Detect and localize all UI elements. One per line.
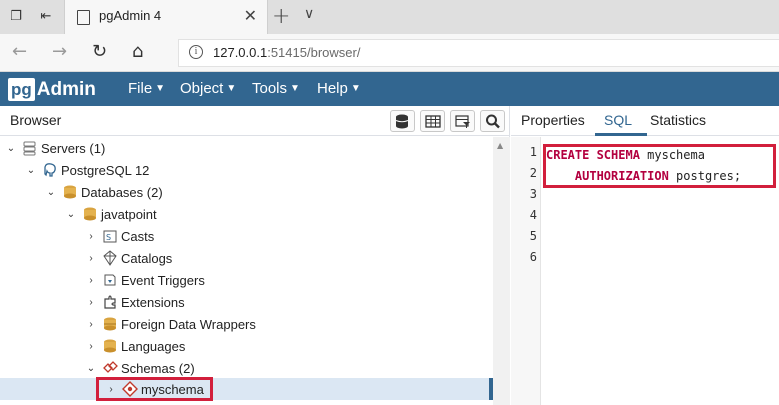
pgadmin-logo[interactable]: pg Admin — [8, 77, 96, 102]
chevron-down-icon[interactable]: ⌄ — [86, 363, 96, 374]
chevron-down-icon[interactable]: ⌄ — [66, 209, 76, 220]
line-number-gutter: 1 2 3 4 5 6 — [511, 137, 541, 405]
menu-file[interactable]: File ▼ — [128, 80, 165, 97]
tab-statistics[interactable]: Statistics — [650, 112, 706, 128]
schemas-icon — [103, 361, 118, 373]
tree-scrollbar[interactable]: ▲ — [493, 137, 510, 405]
casts-icon: S — [103, 230, 117, 243]
chevron-down-icon[interactable]: ⌄ — [46, 187, 56, 198]
chevron-right-icon[interactable]: › — [86, 297, 96, 308]
sql-highlight-box — [543, 144, 776, 188]
scroll-up-icon[interactable]: ▲ — [497, 141, 503, 150]
tree-node-casts[interactable]: › S Casts — [86, 226, 154, 246]
line-number: 1 — [529, 145, 537, 159]
tree-node-foreign-data-wrappers[interactable]: › Foreign Data Wrappers — [86, 314, 256, 334]
line-number: 3 — [529, 187, 537, 201]
tab-sql[interactable]: SQL — [604, 112, 632, 128]
svg-text:S: S — [106, 233, 111, 242]
tab-preview-icon[interactable]: ⇤ — [38, 9, 54, 25]
active-tab-indicator — [595, 133, 647, 136]
tab-dropdown-icon[interactable]: ∨ — [304, 6, 314, 22]
line-number: 5 — [529, 229, 537, 243]
tree-node-javatpoint[interactable]: ⌄ javatpoint — [66, 204, 157, 224]
chevron-right-icon[interactable]: › — [86, 231, 96, 242]
languages-icon — [104, 339, 116, 353]
browser-tab-bar: ❐ ⇤ pgAdmin 4 ✕ + ∨ — [0, 0, 779, 34]
chevron-down-icon[interactable]: ⌄ — [6, 143, 16, 154]
database-icon — [84, 207, 96, 221]
url-text: 127.0.0.1:51415/browser/ — [213, 45, 361, 60]
tree-node-databases[interactable]: ⌄ Databases (2) — [46, 182, 163, 202]
tree-node-server[interactable]: ⌄ PostgreSQL 12 — [26, 160, 150, 180]
page-icon — [77, 10, 90, 25]
tab-actions-icon[interactable]: ❐ — [8, 9, 24, 25]
tree-node-catalogs[interactable]: › Catalogs — [86, 248, 172, 268]
filter-table-icon — [455, 115, 470, 128]
chevron-right-icon[interactable]: › — [86, 275, 96, 286]
servers-icon — [23, 141, 36, 156]
refresh-icon[interactable]: ↻ — [92, 42, 107, 62]
chevron-down-icon: ▼ — [155, 83, 166, 94]
chevron-right-icon[interactable]: › — [86, 253, 96, 264]
chevron-down-icon: ▼ — [290, 83, 300, 94]
chevron-right-icon[interactable]: › — [86, 341, 96, 352]
search-objects-button[interactable] — [480, 110, 505, 132]
databases-icon — [64, 185, 76, 199]
catalogs-icon — [103, 250, 117, 266]
event-triggers-icon — [104, 274, 116, 286]
tree-node-event-triggers[interactable]: › Event Triggers — [86, 270, 205, 290]
tab-title: pgAdmin 4 — [99, 8, 162, 23]
home-icon[interactable]: ⌂ — [132, 42, 143, 62]
tree-node-schemas[interactable]: ⌄ Schemas (2) — [86, 358, 195, 378]
back-icon[interactable]: ← — [12, 42, 27, 62]
url-field[interactable]: i 127.0.0.1:51415/browser/ — [178, 39, 779, 67]
elephant-icon — [44, 163, 56, 177]
address-toolbar: ← → ↻ ⌂ i 127.0.0.1:51415/browser/ — [0, 34, 779, 72]
selected-row-highlight — [0, 378, 492, 400]
database-query-icon — [395, 114, 409, 129]
chevron-right-icon[interactable]: › — [86, 319, 96, 330]
chevron-down-icon: ▼ — [226, 83, 237, 94]
new-tab-icon[interactable]: + — [272, 4, 290, 29]
menu-tools[interactable]: Tools ▼ — [252, 80, 300, 97]
site-info-icon[interactable]: i — [189, 45, 203, 59]
browser-panel: Browser ⌄ Servers (1) ⌄ PostgreSQL 12 ⌄ — [0, 106, 510, 405]
tab-properties[interactable]: Properties — [521, 112, 585, 128]
fdw-icon — [104, 317, 116, 331]
chevron-down-icon[interactable]: ⌄ — [26, 165, 36, 176]
tree-node-servers[interactable]: ⌄ Servers (1) — [6, 138, 105, 158]
tree-node-languages[interactable]: › Languages — [86, 336, 185, 356]
menu-help[interactable]: Help ▼ — [317, 80, 361, 97]
panel-title: Browser — [10, 112, 62, 128]
object-tree: ⌄ Servers (1) ⌄ PostgreSQL 12 ⌄ Database… — [0, 137, 493, 405]
myschema-highlight-box — [96, 377, 213, 401]
close-tab-icon[interactable]: ✕ — [244, 6, 257, 25]
filtered-rows-button[interactable] — [450, 110, 475, 132]
tree-node-extensions[interactable]: › Extensions — [86, 292, 184, 312]
detail-tabs: Properties SQL Statistics — [511, 106, 779, 136]
table-icon — [425, 115, 441, 128]
line-number: 6 — [529, 250, 537, 264]
line-number: 4 — [529, 208, 537, 222]
line-number: 2 — [529, 166, 537, 180]
browser-panel-header: Browser — [0, 106, 510, 136]
pgadmin-navbar: pg Admin File ▼ Object ▼ Tools ▼ Help ▼ — [0, 72, 779, 106]
query-tool-button[interactable] — [390, 110, 415, 132]
sql-panel: Properties SQL Statistics 1 2 3 4 5 6 CR… — [511, 106, 779, 405]
menu-object[interactable]: Object ▼ — [180, 80, 236, 97]
search-icon — [486, 114, 500, 129]
chevron-down-icon: ▼ — [350, 83, 361, 94]
browser-tab[interactable]: pgAdmin 4 ✕ — [64, 0, 268, 34]
view-data-button[interactable] — [420, 110, 445, 132]
forward-icon[interactable]: → — [52, 42, 67, 62]
extensions-icon — [104, 295, 116, 309]
